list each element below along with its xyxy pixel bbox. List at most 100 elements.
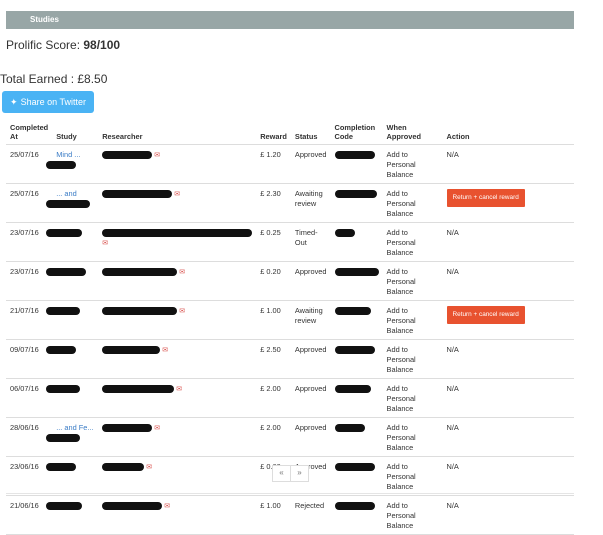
- completion-code-cell: [330, 222, 383, 262]
- status-text: Awaiting review: [294, 305, 323, 325]
- researcher-cell: ✉: [98, 456, 257, 496]
- panel-title: Studies: [30, 15, 59, 24]
- prolific-score: Prolific Score: 98/100: [6, 38, 120, 52]
- when-approved-text: Add to Personal Balance: [386, 461, 416, 491]
- col-when-approved: When Approved: [382, 118, 443, 145]
- study-link[interactable]: ... and: [56, 189, 77, 198]
- completed-date: 21/06/16: [10, 500, 39, 510]
- envelope-icon[interactable]: ✉: [174, 191, 180, 198]
- researcher-cell: ✉: [98, 300, 257, 340]
- reward-cell: £ 1.00: [256, 495, 291, 535]
- status-text: Approved: [294, 422, 327, 432]
- researcher-cell: ✉: [98, 222, 257, 262]
- col-researcher: Researcher: [98, 118, 257, 145]
- redacted-researcher: [102, 189, 173, 198]
- divider: [6, 493, 574, 494]
- study-cell: [46, 261, 99, 301]
- when-approved-text: Add to Personal Balance: [386, 227, 416, 257]
- reward-value: £ 1.00: [260, 500, 281, 510]
- studies-panel-header: Studies: [6, 11, 574, 29]
- reward-value: £ 2.30: [260, 188, 281, 198]
- when-approved-text: Add to Personal Balance: [386, 422, 416, 452]
- table-row: 21/07/16 ✉ £ 1.00 Awaiting review Add to Pe…: [6, 300, 574, 340]
- researcher-cell: ✉: [98, 183, 257, 223]
- envelope-icon[interactable]: ✉: [146, 464, 152, 471]
- completion-code-cell: [330, 378, 383, 418]
- status-cell: Approved: [290, 378, 331, 418]
- completed-at-cell: 21/06/16: [6, 495, 53, 535]
- redacted-code: [334, 423, 365, 432]
- study-link[interactable]: ... and Fe...: [56, 423, 93, 432]
- col-status: Status: [290, 118, 331, 145]
- completed-at-cell: 23/06/16: [6, 456, 53, 496]
- redacted-study: [46, 306, 81, 315]
- reward-value: £ 1.00: [260, 305, 281, 315]
- when-approved-cell: Add to Personal Balance: [382, 495, 443, 535]
- study-cell: [46, 378, 99, 418]
- envelope-icon[interactable]: ✉: [162, 347, 168, 354]
- col-action: Action: [442, 118, 574, 145]
- next-page-button[interactable]: »: [291, 465, 309, 482]
- redacted-study: [46, 228, 83, 237]
- when-approved-text: Add to Personal Balance: [386, 266, 416, 296]
- completed-date: 21/07/16: [10, 305, 39, 315]
- share-on-twitter-button[interactable]: ✦ Share on Twitter: [2, 91, 94, 113]
- envelope-icon[interactable]: ✉: [176, 386, 182, 393]
- envelope-icon[interactable]: ✉: [102, 240, 108, 247]
- researcher-cell: ✉: [98, 144, 257, 184]
- col-study: Study: [52, 118, 99, 145]
- action-text: N/A: [446, 383, 459, 393]
- reward-cell: £ 1.00: [256, 300, 291, 340]
- twitter-bird-icon: ✦: [10, 97, 18, 107]
- envelope-icon[interactable]: ✉: [154, 425, 160, 432]
- redacted-code: [334, 384, 371, 393]
- reward-value: £ 0.25: [260, 227, 281, 237]
- envelope-icon[interactable]: ✉: [164, 503, 170, 510]
- status-text: Approved: [294, 266, 327, 276]
- score-value: 98/100: [83, 38, 121, 52]
- envelope-icon[interactable]: ✉: [179, 269, 185, 276]
- completed-date: 23/07/16: [10, 266, 39, 276]
- status-cell: Approved: [290, 144, 331, 184]
- study-cell: [46, 222, 99, 262]
- when-approved-text: Add to Personal Balance: [386, 344, 416, 374]
- status-text: Timed-Out: [294, 227, 318, 247]
- table-row: 23/07/16 ✉ £ 0.20 Approved Add to Personal …: [6, 261, 574, 301]
- redacted-code: [334, 228, 355, 237]
- study-cell: ... and: [46, 183, 99, 223]
- redacted-researcher: [102, 384, 175, 393]
- completed-at-cell: 06/07/16: [6, 378, 53, 418]
- study-link[interactable]: Mind ...: [56, 150, 80, 159]
- reward-cell: £ 1.20: [256, 144, 291, 184]
- col-reward: Reward: [256, 118, 291, 145]
- action-text: N/A: [446, 461, 459, 471]
- when-approved-text: Add to Personal Balance: [386, 305, 416, 335]
- redacted-code: [334, 462, 375, 471]
- col-completion-code: Completion Code: [330, 118, 383, 145]
- redacted-study: [46, 160, 77, 169]
- action-cell: N/A: [442, 339, 574, 379]
- redacted-researcher: [102, 306, 178, 315]
- redacted-researcher: [102, 150, 153, 159]
- action-cell: N/A: [442, 495, 574, 535]
- action-text: N/A: [446, 227, 459, 237]
- completion-code-cell: [330, 417, 383, 457]
- table-row: 23/07/16 ✉ £ 0.25 Timed-Out Add to Personal…: [6, 222, 574, 262]
- study-cell: Mind ...: [46, 144, 99, 184]
- completion-code-cell: [330, 183, 383, 223]
- action-text: N/A: [446, 344, 459, 354]
- reward-value: £ 1.20: [260, 149, 281, 159]
- return-cancel-reward-button[interactable]: Return + cancel reward: [446, 305, 525, 324]
- return-cancel-reward-button[interactable]: Return + cancel reward: [446, 188, 525, 207]
- redacted-code: [334, 267, 379, 276]
- completed-at-cell: 09/07/16: [6, 339, 53, 379]
- study-cell: [46, 300, 99, 340]
- redacted-code: [334, 189, 377, 198]
- envelope-icon[interactable]: ✉: [179, 308, 185, 315]
- researcher-cell: ✉: [98, 495, 257, 535]
- prev-page-button[interactable]: «: [272, 465, 291, 482]
- researcher-cell: ✉: [98, 417, 257, 457]
- envelope-icon[interactable]: ✉: [154, 152, 160, 159]
- table-row: 25/07/16 ... and ✉ £ 2.30 Awaiting review Ad…: [6, 183, 574, 223]
- score-label: Prolific Score:: [6, 38, 84, 52]
